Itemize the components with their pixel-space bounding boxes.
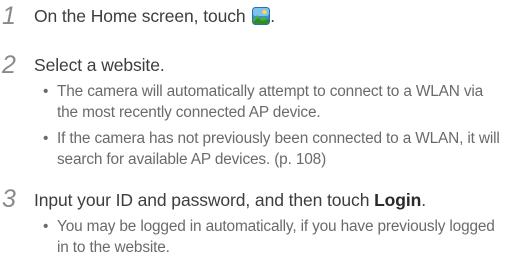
step-instruction: Select a website. <box>34 55 165 75</box>
step-text-end: . <box>421 190 426 210</box>
step-number: 1 <box>2 2 16 30</box>
bullet-text: You may be logged in automatically, if y… <box>57 218 495 256</box>
landscape-photo-app-icon <box>252 7 271 25</box>
step-number: 3 <box>2 185 16 213</box>
bullet-text: If the camera has not previously been co… <box>57 130 500 168</box>
bullet-text: The camera will automatically attempt to… <box>57 83 484 121</box>
bullet-glyph: • <box>43 218 49 235</box>
bullet-glyph: • <box>43 130 49 147</box>
step-instruction: On the Home screen, touch . <box>34 6 275 26</box>
login-button-label: Login <box>374 190 422 210</box>
step-number: 2 <box>2 51 16 79</box>
step-text: Input your ID and password, and then tou… <box>34 190 375 210</box>
step-instruction: Input your ID and password, and then tou… <box>34 190 426 210</box>
step-text-end: . <box>270 6 276 26</box>
step-text: On the Home screen, touch <box>34 6 246 26</box>
bullet-glyph: • <box>43 83 49 100</box>
